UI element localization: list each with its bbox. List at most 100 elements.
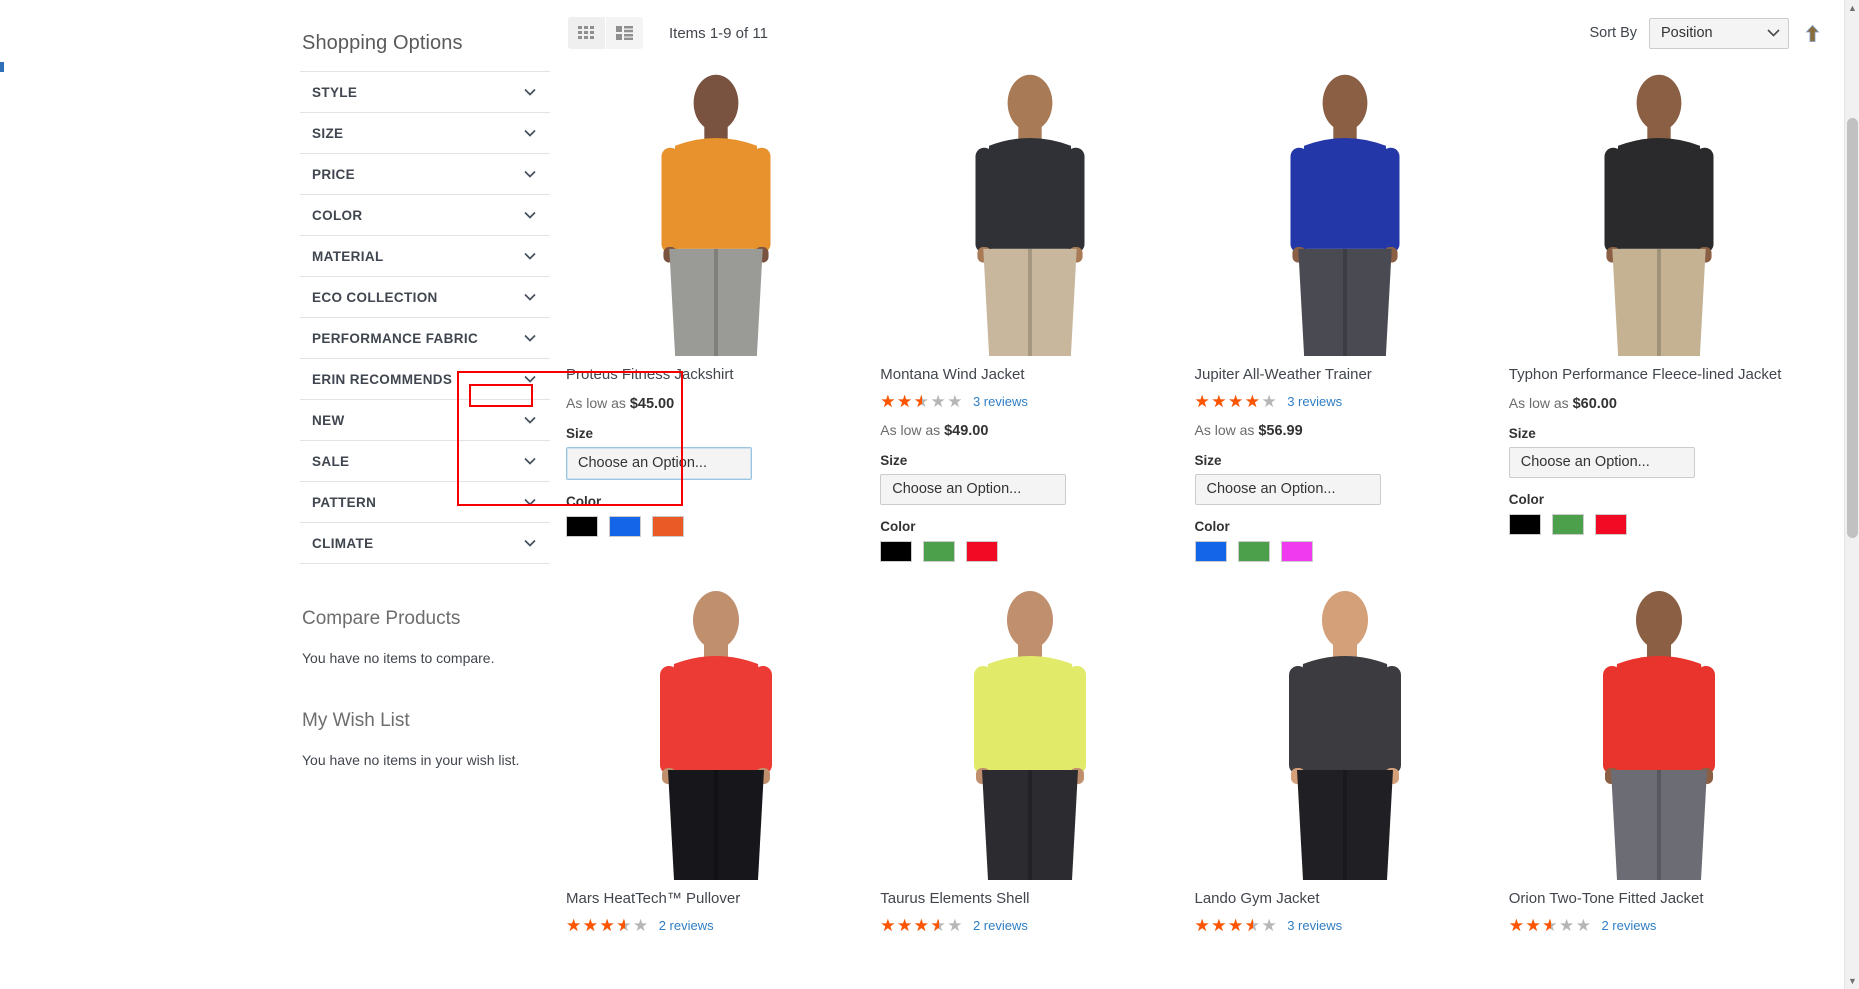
- product-price: As low as $56.99: [1195, 422, 1495, 439]
- page-scrollbar[interactable]: ▲ ▼: [1844, 0, 1859, 989]
- filter-item-eco-collection[interactable]: ECO COLLECTION: [300, 277, 550, 318]
- color-swatch[interactable]: [566, 515, 598, 537]
- list-view-button[interactable]: [606, 17, 643, 49]
- product-name[interactable]: Mars HeatTech™ Pullover: [566, 890, 866, 909]
- rating-stars-filled: ★★★★★: [880, 393, 922, 411]
- product-reviews-link[interactable]: 3 reviews: [1287, 918, 1342, 933]
- product-reviews-link[interactable]: 3 reviews: [1287, 394, 1342, 409]
- filter-item-climate[interactable]: CLIMATE: [300, 523, 550, 564]
- product-image[interactable]: [930, 64, 1130, 356]
- sort-direction-button[interactable]: [1801, 20, 1823, 46]
- product-rating: ★★★★★★★★★★ 2 reviews: [880, 916, 1180, 936]
- color-swatch[interactable]: [652, 515, 684, 537]
- size-option-select[interactable]: Choose an Option...: [566, 446, 752, 480]
- product-name[interactable]: Orion Two-Tone Fitted Jacket: [1509, 890, 1809, 909]
- size-option-label: Size: [1194, 452, 1222, 468]
- product-card: Montana Wind Jacket ★★★★★★★★★★ 3 reviews As…: [880, 64, 1194, 562]
- sort-select-wrapper: PositionProduct NamePrice: [1649, 17, 1789, 49]
- filter-item-new[interactable]: NEW: [300, 400, 550, 441]
- sort-by-label: Sort By: [1589, 25, 1637, 41]
- product-name[interactable]: Proteus Fitness Jackshirt: [566, 366, 866, 385]
- color-swatch[interactable]: [1551, 513, 1584, 535]
- product-price: As low as $45.00: [566, 395, 866, 412]
- product-toolbar: Items 1-9 of 11 Sort By PositionProduct …: [566, 10, 1823, 56]
- product-photo[interactable]: [566, 64, 866, 356]
- product-card: Orion Two-Tone Fitted Jacket ★★★★★★★★★★ 2 …: [1509, 579, 1823, 936]
- chevron-down-icon: [524, 293, 536, 301]
- filter-item-pattern[interactable]: PATTERN: [300, 482, 550, 523]
- product-photo[interactable]: [566, 579, 866, 880]
- scroll-up-arrow[interactable]: ▲: [1845, 0, 1859, 16]
- scroll-down-arrow[interactable]: ▼: [1845, 973, 1859, 989]
- product-reviews-link[interactable]: 2 reviews: [1601, 918, 1656, 933]
- product-reviews-link[interactable]: 2 reviews: [973, 918, 1028, 933]
- product-card: Proteus Fitness Jackshirt As low as $45.0…: [566, 64, 880, 562]
- chevron-down-icon: [524, 498, 536, 506]
- arrow-up-icon: [1805, 24, 1819, 42]
- color-swatch[interactable]: [1194, 540, 1227, 562]
- product-name[interactable]: Montana Wind Jacket: [880, 366, 1180, 385]
- scrollbar-thumb[interactable]: [1847, 118, 1858, 538]
- product-reviews-link[interactable]: 3 reviews: [973, 394, 1028, 409]
- color-swatch[interactable]: [609, 515, 641, 537]
- color-swatch[interactable]: [1280, 540, 1313, 562]
- product-image[interactable]: [616, 64, 816, 356]
- filter-item-size[interactable]: SIZE: [300, 113, 550, 154]
- product-price-value: $60.00: [1572, 395, 1617, 412]
- product-image[interactable]: [1244, 579, 1445, 880]
- filter-item-price[interactable]: PRICE: [300, 154, 550, 195]
- filter-label: MATERIAL: [312, 248, 384, 264]
- color-swatch[interactable]: [1508, 513, 1541, 535]
- color-swatches: [1508, 513, 1809, 535]
- grid-view-button[interactable]: [568, 17, 605, 49]
- product-price: As low as $60.00: [1509, 395, 1809, 412]
- filter-label: COLOR: [312, 207, 363, 223]
- wish-list-empty: You have no items in your wish list.: [302, 752, 520, 768]
- color-swatch[interactable]: [1237, 540, 1270, 562]
- view-mode-switcher[interactable]: [568, 17, 643, 49]
- left-edge-marker: [0, 62, 4, 72]
- product-rating: ★★★★★★★★★★ 2 reviews: [1509, 916, 1809, 936]
- filter-label: PRICE: [312, 166, 356, 182]
- product-photo[interactable]: [880, 579, 1180, 880]
- product-image[interactable]: [1558, 579, 1759, 880]
- rating-stars: ★★★★★★★★★★: [1195, 393, 1279, 410]
- product-name[interactable]: Lando Gym Jacket: [1195, 890, 1495, 909]
- size-option-select[interactable]: Choose an Option...: [1194, 473, 1381, 505]
- product-image[interactable]: [616, 579, 817, 880]
- product-photo[interactable]: [1195, 579, 1495, 880]
- product-list-main: Items 1-9 of 11 Sort By PositionProduct …: [550, 10, 1859, 989]
- size-option-select[interactable]: Choose an Option...: [880, 473, 1067, 505]
- product-photo[interactable]: [880, 64, 1180, 356]
- product-name[interactable]: Typhon Performance Fleece-lined Jacket: [1509, 366, 1809, 385]
- color-swatches: [1194, 540, 1495, 562]
- product-image[interactable]: [930, 579, 1131, 880]
- filter-item-erin-recommends[interactable]: ERIN RECOMMENDS: [300, 359, 550, 400]
- chevron-down-icon: [524, 375, 536, 383]
- color-option-label: Color: [1508, 491, 1544, 507]
- product-image[interactable]: [1559, 64, 1759, 356]
- chevron-down-icon: [524, 416, 536, 424]
- product-name[interactable]: Jupiter All-Weather Trainer: [1195, 366, 1495, 385]
- color-swatch[interactable]: [1594, 513, 1627, 535]
- filter-item-performance-fabric[interactable]: PERFORMANCE FABRIC: [300, 318, 550, 359]
- filter-item-material[interactable]: MATERIAL: [300, 236, 550, 277]
- color-swatch[interactable]: [880, 540, 913, 562]
- color-swatch[interactable]: [966, 540, 999, 562]
- size-option-select[interactable]: Choose an Option...: [1508, 446, 1695, 478]
- product-photo[interactable]: [1509, 64, 1809, 356]
- filter-label: ERIN RECOMMENDS: [312, 371, 453, 387]
- sort-by-select[interactable]: PositionProduct NamePrice: [1649, 17, 1789, 49]
- grid-view-icon: [578, 26, 594, 39]
- filter-item-sale[interactable]: SALE: [300, 441, 550, 482]
- product-name[interactable]: Taurus Elements Shell: [880, 890, 1180, 909]
- product-photo[interactable]: [1195, 64, 1495, 356]
- filter-label: NEW: [312, 412, 345, 428]
- product-photo[interactable]: [1509, 579, 1809, 880]
- product-price-value: $49.00: [944, 422, 989, 439]
- filter-item-style[interactable]: STYLE: [300, 72, 550, 113]
- product-image[interactable]: [1245, 64, 1445, 356]
- filter-item-color[interactable]: COLOR: [300, 195, 550, 236]
- product-reviews-link[interactable]: 2 reviews: [659, 918, 714, 933]
- color-swatch[interactable]: [923, 540, 956, 562]
